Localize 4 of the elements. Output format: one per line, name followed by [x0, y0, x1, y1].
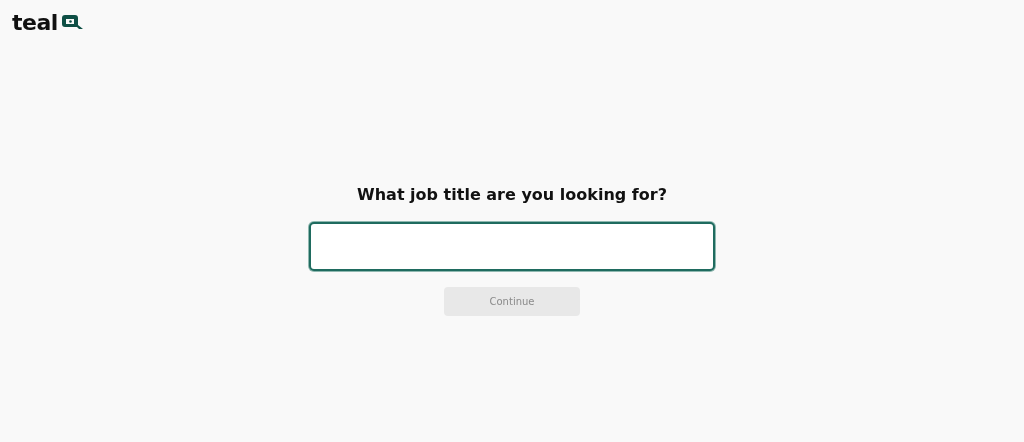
job-title-field[interactable]: [309, 222, 715, 271]
logo-icon: [61, 13, 85, 32]
question-heading: What job title are you looking for?: [357, 185, 667, 204]
logo-text: teal: [12, 10, 58, 35]
